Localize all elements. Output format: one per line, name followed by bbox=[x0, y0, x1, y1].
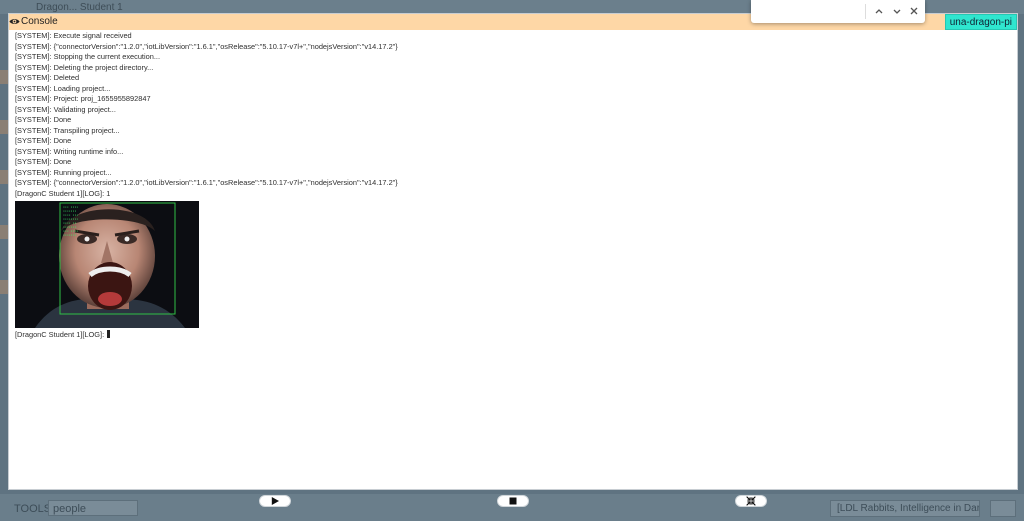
console-log-final: [DragonC Student 1][LOG]: bbox=[15, 330, 111, 339]
log-line: [SYSTEM]: Deleted bbox=[15, 73, 80, 82]
background-model-select[interactable]: [LDL Rabbits, Intelligence in Dark bbox=[830, 500, 980, 517]
log-line: [SYSTEM]: Transpiling project... bbox=[15, 125, 120, 135]
log-line: [SYSTEM]: Done bbox=[15, 115, 72, 124]
close-icon[interactable] bbox=[908, 5, 920, 17]
console-log: [SYSTEM]: Execute signal received [SYSTEM… bbox=[15, 31, 995, 199]
log-line: [SYSTEM]: Project: proj_1655955892847 bbox=[15, 94, 151, 103]
log-line: [SYSTEM]: Validating project... bbox=[15, 104, 116, 114]
device-badge: una-dragon-pi bbox=[944, 14, 1017, 30]
chevron-down-icon[interactable] bbox=[891, 5, 903, 17]
background-tools-label: TOOLS bbox=[14, 503, 52, 515]
log-line: [SYSTEM]: {"connectorVersion":"1.2.0","i… bbox=[15, 178, 398, 187]
log-line: [SYSTEM]: Done bbox=[15, 136, 72, 145]
camera-frame-image: ▪▪▪ ▪▪▪▪ ▪▪▪▪▪▪▪ ▪▪▪▪ ▪▪▪ ▪▪▪▪▪▪▪▪ ▪▪▪▪ … bbox=[15, 201, 199, 328]
find-divider bbox=[865, 4, 866, 19]
chevron-up-icon[interactable] bbox=[873, 5, 885, 17]
svg-text:▪▪▪▪▪▪▪: ▪▪▪▪▪▪▪ bbox=[63, 233, 76, 237]
text-cursor bbox=[107, 330, 111, 338]
background-project-title: Dragon... Student 1 bbox=[36, 2, 123, 13]
play-button[interactable] bbox=[259, 495, 291, 507]
background-search-field[interactable]: people bbox=[48, 500, 138, 516]
log-line: [SYSTEM]: Execute signal received bbox=[15, 31, 132, 40]
log-line: [SYSTEM]: Done bbox=[15, 157, 72, 166]
log-line: [SYSTEM]: Stopping the current execution… bbox=[15, 52, 161, 61]
log-line: [SYSTEM]: {"connectorVersion":"1.2.0","i… bbox=[15, 41, 398, 51]
play-icon bbox=[271, 497, 279, 505]
stop-button[interactable] bbox=[497, 495, 529, 507]
background-left-strip bbox=[0, 40, 8, 490]
console-modal: Console una-dragon-pi [SYSTEM]: Execute … bbox=[8, 13, 1018, 490]
final-log-text: [DragonC Student 1][LOG]: bbox=[15, 330, 105, 339]
log-line: [SYSTEM]: Deleting the project directory… bbox=[15, 62, 154, 72]
log-line: [DragonC Student 1][LOG]: 1 bbox=[15, 188, 111, 198]
find-input[interactable] bbox=[755, 3, 869, 21]
stop-icon bbox=[509, 497, 517, 505]
face-detection-frame: ▪▪▪ ▪▪▪▪ ▪▪▪▪▪▪▪ ▪▪▪▪ ▪▪▪ ▪▪▪▪▪▪▪▪ ▪▪▪▪ … bbox=[15, 201, 199, 328]
collapse-icon bbox=[746, 496, 756, 506]
log-line: [SYSTEM]: Writing runtime info... bbox=[15, 146, 124, 156]
collapse-button[interactable] bbox=[735, 495, 767, 507]
eye-icon[interactable] bbox=[9, 16, 20, 27]
console-title: Console bbox=[21, 16, 58, 27]
log-line: [SYSTEM]: Loading project... bbox=[15, 83, 111, 93]
background-action-button[interactable] bbox=[990, 500, 1016, 517]
log-line: [SYSTEM]: Running project... bbox=[15, 167, 112, 177]
find-bar bbox=[751, 0, 925, 23]
